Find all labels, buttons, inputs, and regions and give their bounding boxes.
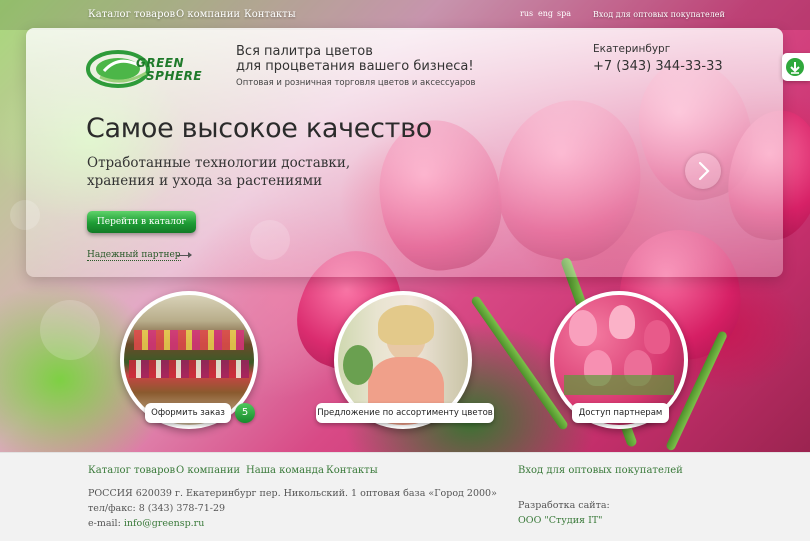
company-tagline: Вся палитра цветов для процветания вашег… <box>236 44 474 74</box>
topnav-about-link[interactable]: О компании <box>176 9 240 20</box>
footer-about-link[interactable]: О компании <box>176 465 240 476</box>
contact-phone: +7 (343) 344-33-33 <box>593 59 723 74</box>
order-count-badge: 5 <box>235 403 255 423</box>
tulip-bud <box>569 310 597 346</box>
slide-subhead: Отработанные технологии доставки, хранен… <box>87 154 350 190</box>
lang-spa-link[interactable]: spa <box>557 9 571 18</box>
footer-email-label: e-mail: <box>88 518 121 529</box>
bokeh-light <box>40 300 100 360</box>
tulip-bud <box>644 320 670 354</box>
lang-rus-link[interactable]: rus <box>520 9 533 18</box>
reliable-partner-link[interactable]: Надежный партнер <box>87 250 181 261</box>
top-navigation: Каталог товаров О компании Контакты rus … <box>0 0 810 30</box>
flower-rows <box>134 330 244 350</box>
slide-headline: Самое высокое качество <box>86 113 432 144</box>
logo-text-sphere: SPHERE <box>146 69 203 83</box>
developer-link[interactable]: ООО "Студия IT" <box>518 515 603 526</box>
logo-text-green: GREEN <box>136 56 185 70</box>
place-order-button[interactable]: Оформить заказ <box>145 403 231 423</box>
footer-catalog-link[interactable]: Каталог товаров <box>88 465 175 476</box>
tagline-line-1: Вся палитра цветов <box>236 44 373 59</box>
go-to-catalog-button[interactable]: Перейти в каталог <box>87 211 196 233</box>
flower-bouquet <box>343 345 373 385</box>
subhead-line-2: хранения и ухода за растениями <box>87 173 323 189</box>
contact-city: Екатеринбург <box>593 43 671 55</box>
footer-team-link[interactable]: Наша команда <box>246 465 324 476</box>
topnav-catalog-link[interactable]: Каталог товаров <box>88 9 175 20</box>
company-subtagline: Оптовая и розничная торговля цветов и ак… <box>236 78 476 88</box>
assortment-offer-button[interactable]: Предложение по ассортименту цветов <box>316 403 494 423</box>
download-arrow-icon <box>786 58 804 76</box>
footer-email-row: e-mail: info@greensp.ru <box>88 518 204 529</box>
partner-access-button[interactable]: Доступ партнерам <box>572 403 669 423</box>
footer-phone-fax: тел/факс: 8 (343) 378-71-29 <box>88 503 226 514</box>
side-download-button[interactable] <box>782 53 810 81</box>
site-footer: Каталог товаров О компании Наша команда … <box>0 452 810 541</box>
flower-rows <box>129 360 249 378</box>
footer-email-link[interactable]: info@greensp.ru <box>124 518 205 529</box>
tagline-line-2: для процветания вашего бизнеса! <box>236 59 474 74</box>
subhead-line-1: Отработанные технологии доставки, <box>87 155 351 171</box>
footer-wholesale-login-link[interactable]: Вход для оптовых покупателей <box>518 465 683 476</box>
wholesale-login-link[interactable]: Вход для оптовых покупателей <box>593 10 725 19</box>
footer-address: РОССИЯ 620039 г. Екатеринбург пер. Никол… <box>88 488 497 499</box>
developer-label: Разработка сайта: <box>518 500 610 511</box>
slider-next-button[interactable] <box>685 153 721 189</box>
lang-eng-link[interactable]: eng <box>538 9 553 18</box>
woman-hair <box>378 305 434 345</box>
footer-contacts-link[interactable]: Контакты <box>326 465 378 476</box>
tulip-leaves <box>564 375 674 395</box>
tulip-bud <box>609 305 635 339</box>
chevron-right-icon <box>698 161 710 181</box>
topnav-contacts-link[interactable]: Контакты <box>244 9 296 20</box>
green-sphere-logo[interactable]: GREEN SPHERE <box>86 47 210 91</box>
arrow-right-icon <box>177 252 192 258</box>
hero-slide-panel: GREEN SPHERE Вся палитра цветов для проц… <box>26 28 783 277</box>
